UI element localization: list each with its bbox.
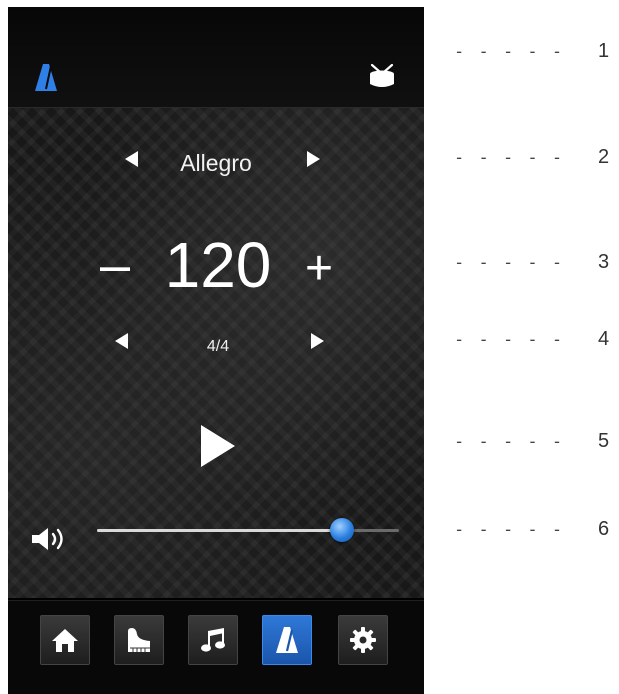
annotation-number: 4 (598, 328, 610, 350)
tab-piano[interactable] (114, 615, 164, 665)
volume-slider[interactable] (97, 518, 399, 542)
annotation-number: 3 (598, 251, 610, 273)
annotation-4: - - - - - 4 (454, 328, 619, 360)
annotation-5: - - - - - 5 (454, 430, 619, 462)
time-signature-prev-arrow[interactable] (115, 333, 128, 349)
bpm-value: 120 (164, 229, 272, 301)
top-bar (8, 7, 424, 108)
phone-screen: Allegro – 120 + 4/4 (8, 7, 424, 694)
annotation-2: - - - - - 2 (454, 146, 619, 178)
play-button[interactable] (201, 425, 235, 467)
tempo-name: Allegro (180, 150, 252, 176)
bpm-decrease-button[interactable]: – (100, 235, 130, 295)
annotation-dashes: - - - - - (454, 432, 565, 452)
tab-metronome[interactable] (262, 615, 312, 665)
time-signature-next-arrow[interactable] (311, 333, 324, 349)
home-icon (52, 629, 78, 652)
metronome-icon[interactable] (35, 63, 57, 91)
annotation-number: 6 (598, 518, 610, 540)
annotation-number: 1 (598, 40, 610, 62)
metronome-icon (276, 627, 298, 653)
speaker-icon[interactable] (32, 526, 72, 552)
annotation-dashes: - - - - - (454, 148, 565, 168)
tempo-next-arrow[interactable] (307, 151, 320, 167)
annotation-dashes: - - - - - (454, 330, 565, 350)
annotation-6: - - - - - 6 (454, 518, 619, 550)
gear-icon (350, 627, 376, 653)
time-signature: 4/4 (206, 338, 230, 355)
annotation-dashes: - - - - - (454, 253, 565, 273)
bpm-increase-button[interactable]: + (305, 239, 333, 299)
piano-icon (128, 628, 150, 652)
annotation-dashes: - - - - - (454, 42, 565, 62)
drum-icon[interactable] (368, 63, 396, 89)
volume-slider-thumb[interactable] (329, 518, 354, 542)
tab-home[interactable] (40, 615, 90, 665)
annotation-number: 2 (598, 146, 610, 168)
bottom-tab-bar (8, 600, 424, 694)
annotation-number: 5 (598, 430, 610, 452)
tab-music[interactable] (188, 615, 238, 665)
music-note-icon (201, 628, 225, 652)
annotation-1: - - - - - 1 (454, 40, 619, 72)
tempo-prev-arrow[interactable] (125, 151, 138, 167)
tab-settings[interactable] (338, 615, 388, 665)
annotation-3: - - - - - 3 (454, 251, 619, 283)
volume-slider-fill (97, 529, 342, 532)
annotation-dashes: - - - - - (454, 520, 565, 540)
bpm-row: – 120 + (8, 227, 424, 307)
